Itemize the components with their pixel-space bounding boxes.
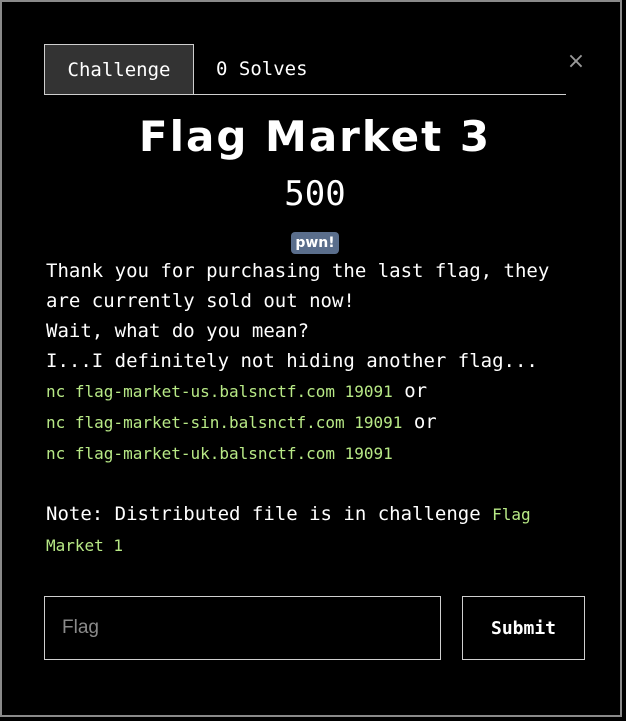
note-text: Note: Distributed file is in challenge [46,503,493,525]
connection-line: nc flag-market-uk.balsnctf.com 19091 [46,438,586,469]
challenge-description: Thank you for purchasing the last flag, … [46,256,586,561]
connection-suffix: or [392,380,428,402]
description-line: Wait, what do you mean? [46,320,310,342]
challenge-points: 500 [284,174,346,214]
connection-line: nc flag-market-us.balsnctf.com 19091 or [46,376,586,407]
close-icon[interactable]: × [566,51,586,73]
modal-tabs: Challenge 0 Solves [44,44,566,95]
note-line: Note: Distributed file is in challenge F… [46,499,586,561]
challenge-modal: × Challenge 0 Solves Flag Market 3 500 p… [0,0,622,717]
connection-command: nc flag-market-uk.balsnctf.com 19091 [46,444,393,463]
submit-button[interactable]: Submit [462,596,585,660]
description-line: Thank you for purchasing the last flag, … [46,260,550,312]
category-tag: pwn! [291,232,339,254]
flag-input[interactable] [44,596,441,660]
description-line: I...I definitely not hiding another flag… [46,350,538,372]
challenge-title: Flag Market 3 [138,112,492,161]
tab-challenge[interactable]: Challenge [44,44,194,94]
tab-solves[interactable]: 0 Solves [216,44,308,94]
connection-command: nc flag-market-us.balsnctf.com 19091 [46,382,393,401]
connection-command: nc flag-market-sin.balsnctf.com 19091 [46,413,403,432]
connection-suffix: or [402,411,437,433]
connection-line: nc flag-market-sin.balsnctf.com 19091 or [46,407,586,438]
